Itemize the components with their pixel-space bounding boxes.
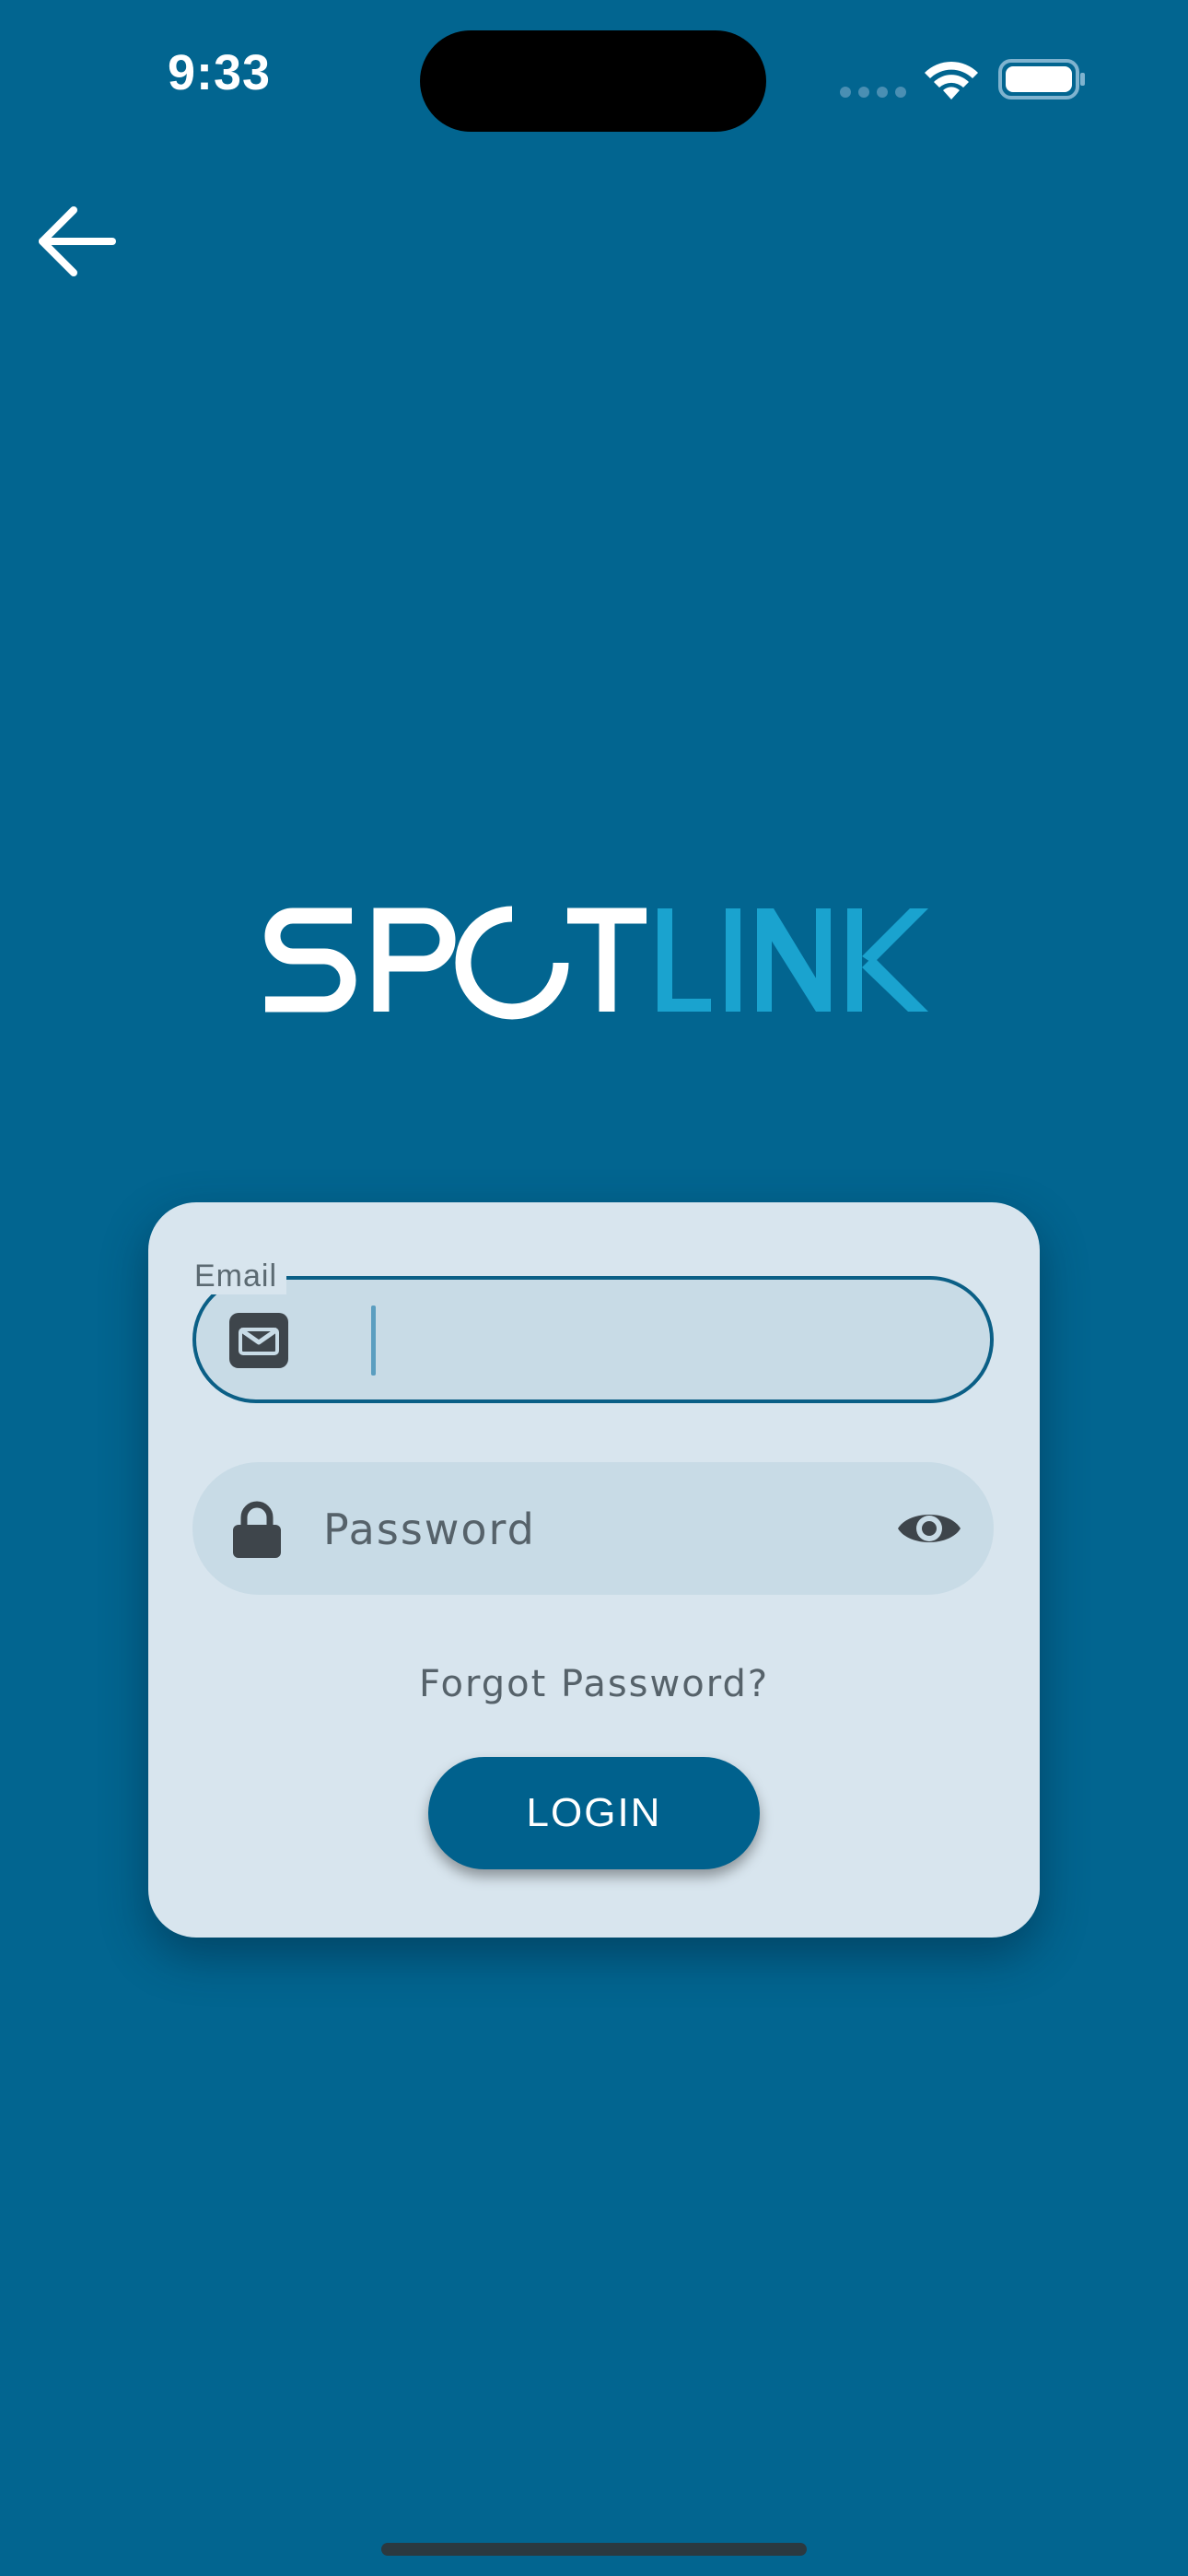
status-time: 9:33 xyxy=(168,45,272,100)
logo-spot xyxy=(264,906,646,1020)
login-card: Email Forgot Password? LOGIN xyxy=(148,1202,1040,1938)
cellular-signal-icon xyxy=(840,87,906,98)
home-indicator[interactable] xyxy=(381,2543,807,2556)
dynamic-island xyxy=(420,30,766,132)
envelope-icon xyxy=(229,1313,288,1368)
email-field[interactable] xyxy=(192,1276,994,1403)
back-button[interactable] xyxy=(33,199,122,287)
forgot-password-link[interactable]: Forgot Password? xyxy=(148,1663,1040,1705)
email-input[interactable] xyxy=(321,1298,957,1381)
wifi-icon xyxy=(925,61,978,100)
arrow-left-icon xyxy=(39,206,116,276)
email-label: Email xyxy=(189,1258,287,1294)
logo-link xyxy=(658,908,928,1012)
spotlink-logo xyxy=(264,906,928,1020)
password-field[interactable] xyxy=(192,1462,994,1595)
battery-icon xyxy=(998,59,1085,100)
lock-icon xyxy=(233,1501,281,1558)
eye-icon[interactable] xyxy=(896,1505,962,1552)
login-button[interactable]: LOGIN xyxy=(428,1757,760,1869)
password-input[interactable] xyxy=(323,1488,839,1571)
text-caret xyxy=(371,1306,376,1376)
